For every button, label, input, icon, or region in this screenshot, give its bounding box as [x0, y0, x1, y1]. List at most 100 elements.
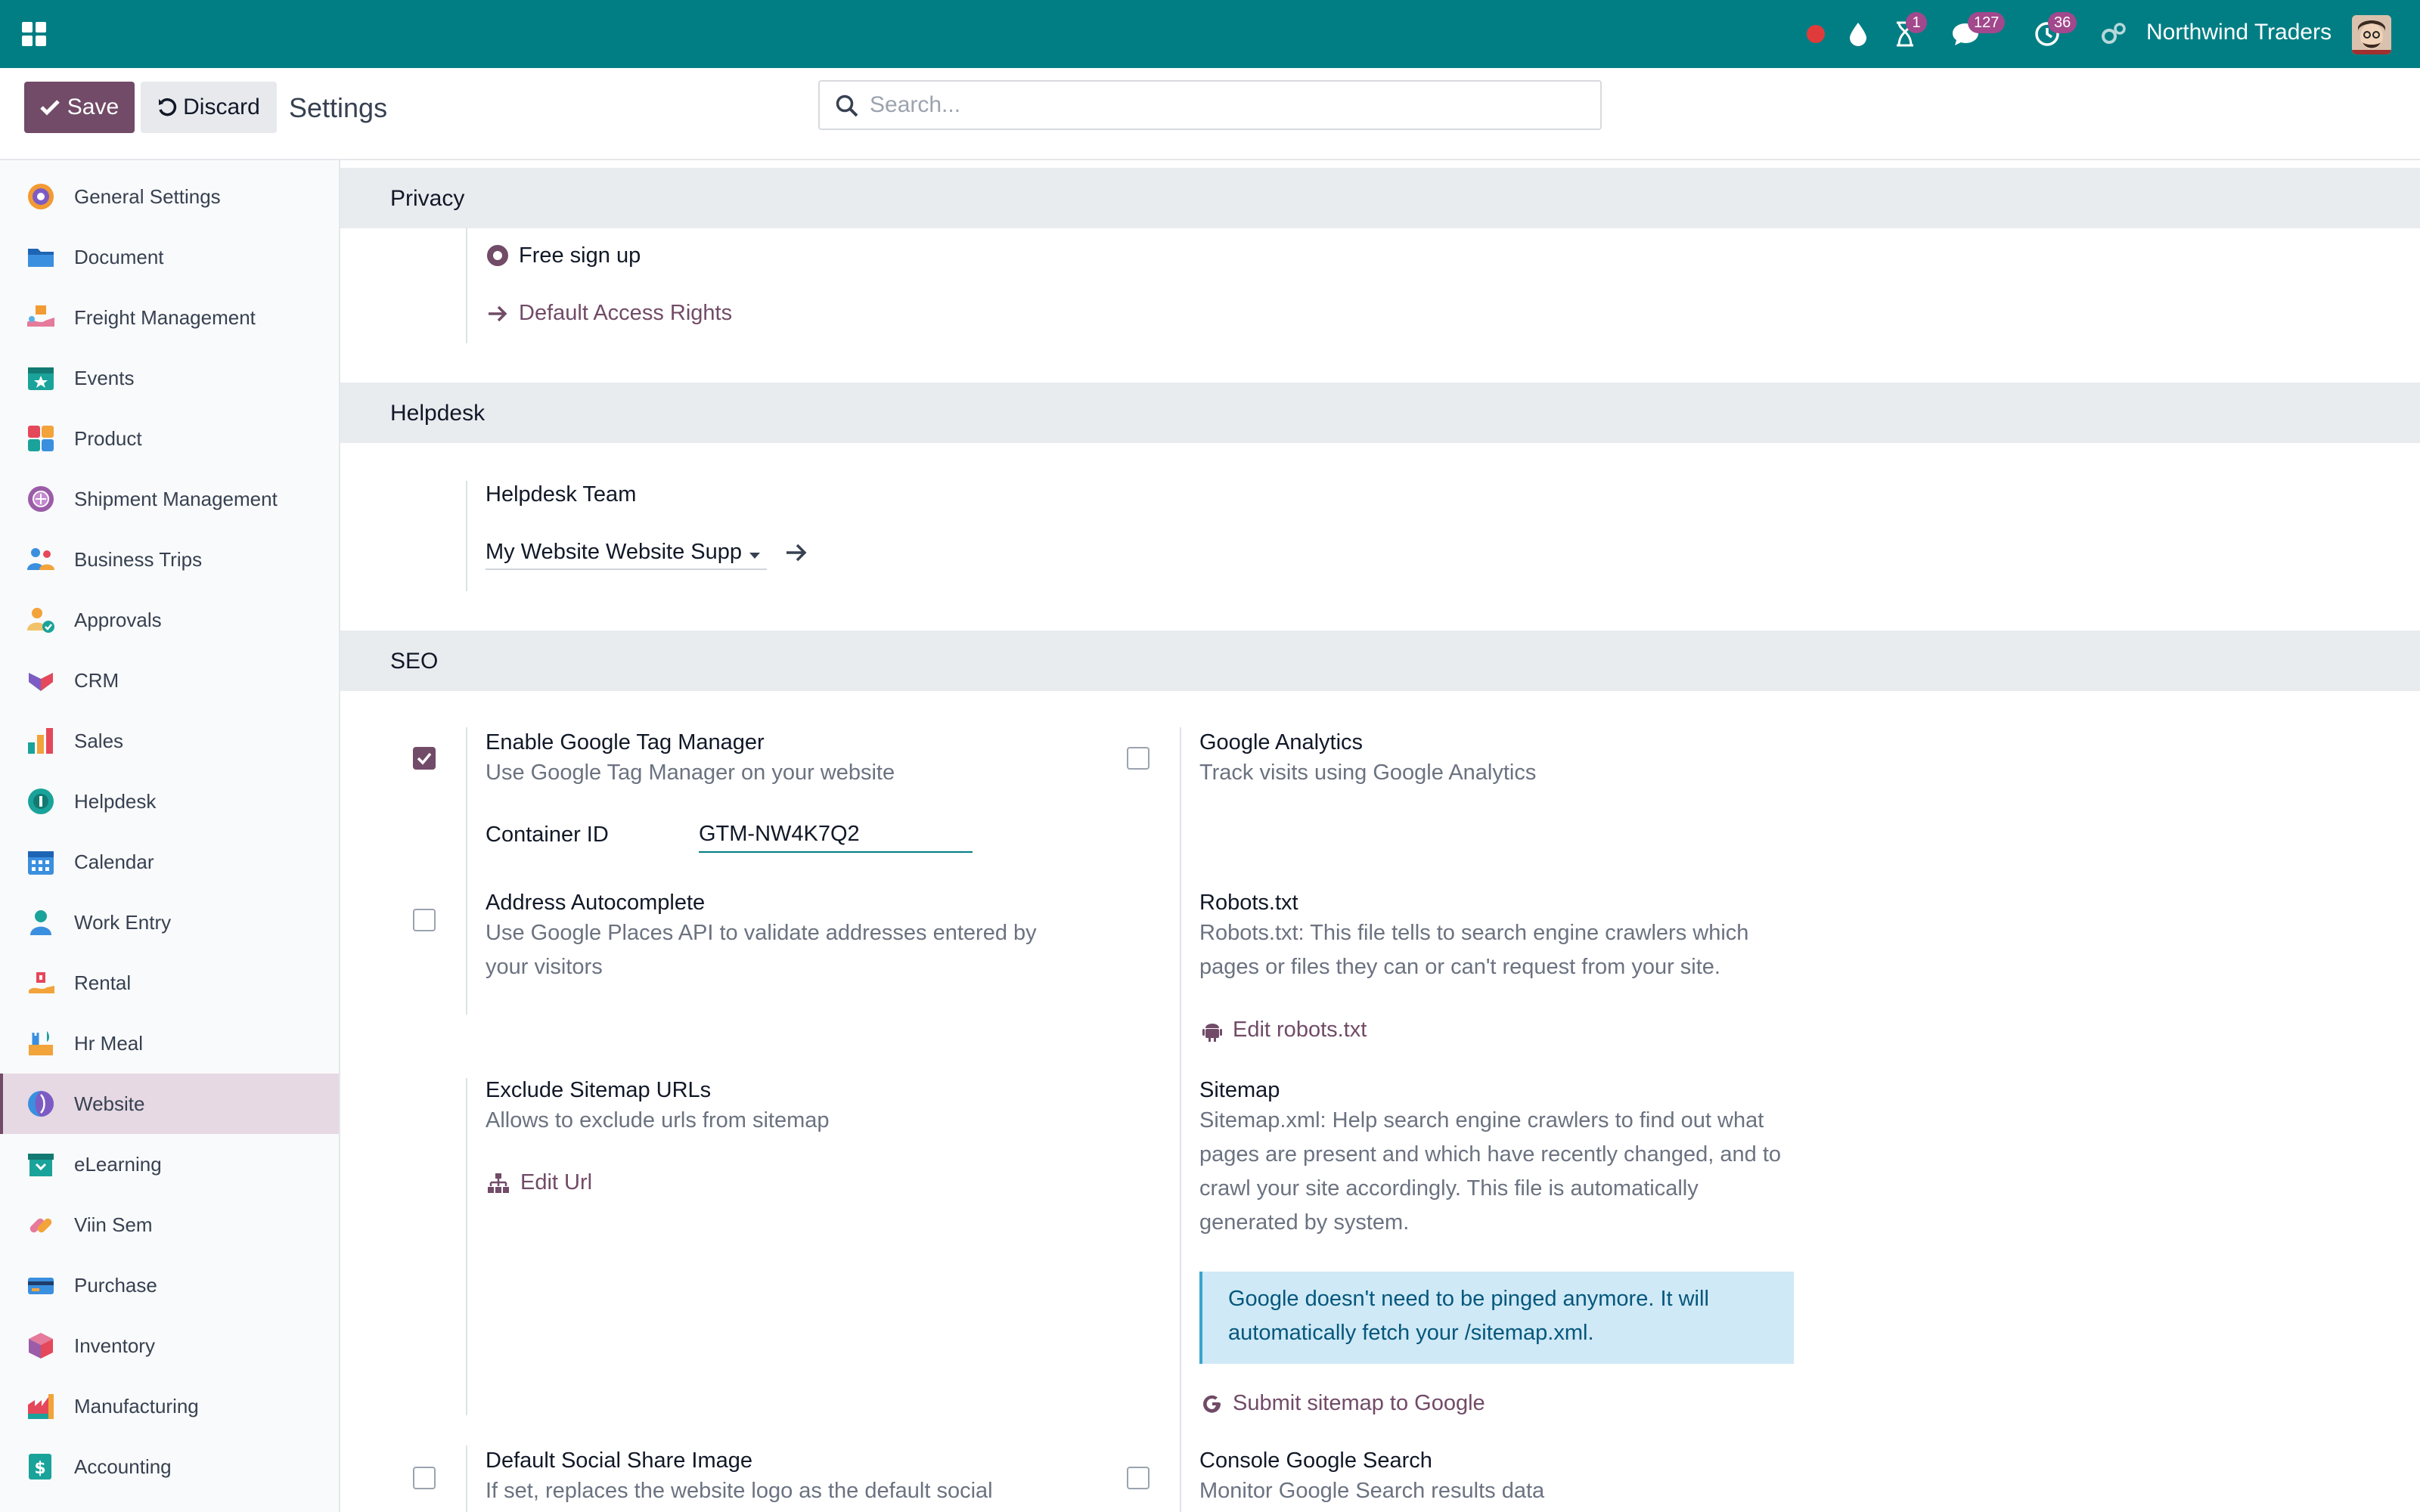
- control-panel: Save Discard Settings: [0, 68, 2420, 160]
- container-id-label: Container ID: [486, 823, 609, 847]
- water-drop-icon[interactable]: [1842, 18, 1874, 50]
- sidebar-item-website[interactable]: Website: [0, 1074, 339, 1134]
- divider: [466, 1078, 467, 1415]
- sidebar-item-document[interactable]: Document: [0, 227, 339, 287]
- sidebar-item-sales[interactable]: Sales: [0, 711, 339, 771]
- helpdesk-team-select[interactable]: My Website Website Supp: [486, 537, 767, 570]
- submit-sitemap-link[interactable]: Submit sitemap to Google: [1202, 1391, 1485, 1416]
- sidebar-item-crm[interactable]: CRM: [0, 650, 339, 711]
- google-tag-manager-desc: Use Google Tag Manager on your website: [486, 761, 895, 785]
- shipment-icon: [28, 486, 54, 512]
- robots-title: Robots.txt: [1199, 891, 1298, 915]
- search-input[interactable]: [870, 89, 1581, 121]
- divider: [466, 727, 467, 1015]
- helpdesk-icon: [28, 789, 54, 814]
- console-google-search-title: Console Google Search: [1199, 1448, 1432, 1473]
- hr-meal-icon: [29, 1031, 53, 1055]
- section-header-privacy: Privacy: [340, 168, 2420, 228]
- sidebar-item-general-settings[interactable]: General Settings: [0, 166, 339, 227]
- discard-button-label: Discard: [183, 94, 260, 119]
- business-trips-icon: [27, 548, 54, 570]
- messages-badge: 127: [1968, 12, 2006, 33]
- settings-sidebar: General Settings Document Freight Manage…: [0, 160, 340, 1512]
- chevron-down-icon: [749, 553, 760, 559]
- top-navbar: 1 127 36 Northwind Traders: [0, 0, 2420, 68]
- sidebar-item-events[interactable]: Events: [0, 348, 339, 408]
- robots-desc-line2: pages or files they can or can't request…: [1199, 955, 1720, 979]
- user-avatar[interactable]: [2352, 15, 2391, 54]
- google-analytics-title: Google Analytics: [1199, 730, 1364, 754]
- sidebar-item-rental[interactable]: Rental: [0, 953, 339, 1013]
- edit-url-link[interactable]: Edit Url: [487, 1170, 592, 1195]
- events-icon: [28, 367, 54, 390]
- google-analytics-desc: Track visits using Google Analytics: [1199, 761, 1537, 785]
- clock-badge: 36: [2048, 12, 2077, 33]
- sidebar-item-manufacturing[interactable]: Manufacturing: [0, 1376, 339, 1436]
- svg-text:$: $: [34, 1459, 45, 1478]
- sidebar-item-purchase[interactable]: Purchase: [0, 1255, 339, 1315]
- company-name[interactable]: Northwind Traders: [2146, 20, 2332, 45]
- exclude-sitemap-title: Exclude Sitemap URLs: [486, 1078, 712, 1102]
- app-grid-icon[interactable]: [18, 18, 50, 50]
- address-autocomplete-title: Address Autocomplete: [486, 891, 706, 915]
- undo-icon: [159, 98, 177, 116]
- sidebar-item-work-entry[interactable]: Work Entry: [0, 892, 339, 953]
- container-id-input[interactable]: [699, 816, 973, 853]
- save-button[interactable]: Save: [24, 82, 135, 133]
- discard-button[interactable]: Discard: [141, 82, 277, 133]
- sitemap-desc-line1: Sitemap.xml: Help search engine crawlers…: [1199, 1108, 1764, 1132]
- arrow-right-icon[interactable]: [785, 543, 808, 562]
- section-header-seo: SEO: [340, 631, 2420, 691]
- rental-icon: [29, 972, 54, 993]
- sidebar-item-approvals[interactable]: Approvals: [0, 590, 339, 650]
- divider: [466, 228, 467, 343]
- freight-icon: [27, 305, 54, 327]
- sidebar-item-viin-sem[interactable]: Viin Sem: [0, 1194, 339, 1255]
- android-icon: [1202, 1023, 1222, 1042]
- social-share-image-checkbox[interactable]: [413, 1467, 436, 1489]
- sidebar-item-product[interactable]: Product: [0, 408, 339, 469]
- edit-robots-link[interactable]: Edit robots.txt: [1202, 1018, 1367, 1043]
- folder-icon: [28, 249, 54, 267]
- accounting-icon: $: [29, 1454, 51, 1479]
- console-google-search-checkbox[interactable]: [1127, 1467, 1150, 1489]
- sitemap-alert-line1: Google doesn't need to be pinged anymore…: [1228, 1287, 1709, 1311]
- gears-icon[interactable]: [2098, 18, 2130, 50]
- page-title: Settings: [289, 92, 388, 123]
- default-access-rights-link[interactable]: Default Access Rights: [487, 301, 732, 326]
- sales-icon: [28, 728, 53, 754]
- sidebar-item-business-trips[interactable]: Business Trips: [0, 529, 339, 590]
- address-autocomplete-checkbox[interactable]: [413, 909, 436, 931]
- sitemap-alert-line2: automatically fetch your /sitemap.xml.: [1228, 1321, 1594, 1345]
- sidebar-item-elearning[interactable]: eLearning: [0, 1134, 339, 1194]
- social-share-image-title: Default Social Share Image: [486, 1448, 753, 1473]
- search-box[interactable]: [818, 80, 1602, 130]
- google-tag-manager-checkbox[interactable]: [413, 747, 436, 770]
- google-analytics-checkbox[interactable]: [1127, 747, 1150, 770]
- sitemap-desc-line2: pages are present and which have recentl…: [1199, 1142, 1782, 1167]
- work-entry-icon: [30, 910, 51, 935]
- calendar-icon: [28, 851, 54, 875]
- google-tag-manager-title: Enable Google Tag Manager: [486, 730, 765, 754]
- purchase-icon: [28, 1278, 54, 1294]
- sidebar-item-hr-meal[interactable]: Hr Meal: [0, 1013, 339, 1074]
- product-icon: [28, 426, 54, 451]
- divider: [466, 481, 467, 591]
- google-icon: [1203, 1395, 1221, 1413]
- divider: [466, 1445, 467, 1512]
- record-icon[interactable]: [1800, 18, 1832, 50]
- inventory-icon: [29, 1333, 53, 1359]
- exclude-sitemap-desc: Allows to exclude urls from sitemap: [486, 1108, 830, 1132]
- sidebar-item-calendar[interactable]: Calendar: [0, 832, 339, 892]
- sidebar-item-inventory[interactable]: Inventory: [0, 1315, 339, 1376]
- free-sign-up-label: Free sign up: [519, 243, 641, 268]
- sitemap-desc-line4: generated by system.: [1199, 1210, 1410, 1235]
- activity-badge: 1: [1906, 12, 1927, 33]
- free-sign-up-radio[interactable]: [487, 245, 508, 266]
- sidebar-item-helpdesk[interactable]: Helpdesk: [0, 771, 339, 832]
- sidebar-item-freight-management[interactable]: Freight Management: [0, 287, 339, 348]
- sidebar-item-shipment-management[interactable]: Shipment Management: [0, 469, 339, 529]
- sidebar-item-accounting[interactable]: $ Accounting: [0, 1436, 339, 1497]
- manufacturing-icon: [28, 1394, 54, 1419]
- crm-icon: [29, 673, 53, 691]
